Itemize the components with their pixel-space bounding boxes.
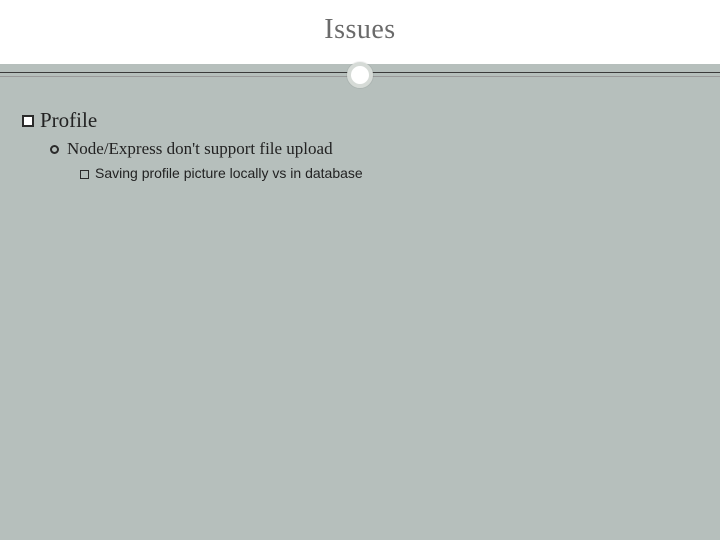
title-band: Issues bbox=[0, 0, 720, 64]
title-divider bbox=[0, 62, 720, 90]
list-item-label: Profile bbox=[40, 108, 97, 133]
list-item: Profile bbox=[22, 108, 698, 133]
list-item-label: Node/Express don't support file upload bbox=[67, 139, 333, 159]
circle-bullet-icon bbox=[50, 145, 59, 154]
divider-ring-icon bbox=[347, 62, 373, 88]
slide: Issues Profile Node/Express don't suppor… bbox=[0, 0, 720, 540]
square-bullet-icon bbox=[22, 115, 34, 127]
square-bullet-icon bbox=[80, 170, 89, 179]
list-item: Saving profile picture locally vs in dat… bbox=[80, 165, 698, 181]
slide-content: Profile Node/Express don't support file … bbox=[0, 90, 720, 181]
slide-title: Issues bbox=[0, 14, 720, 46]
list-item: Node/Express don't support file upload bbox=[50, 139, 698, 159]
list-item-label: Saving profile picture locally vs in dat… bbox=[95, 165, 363, 181]
